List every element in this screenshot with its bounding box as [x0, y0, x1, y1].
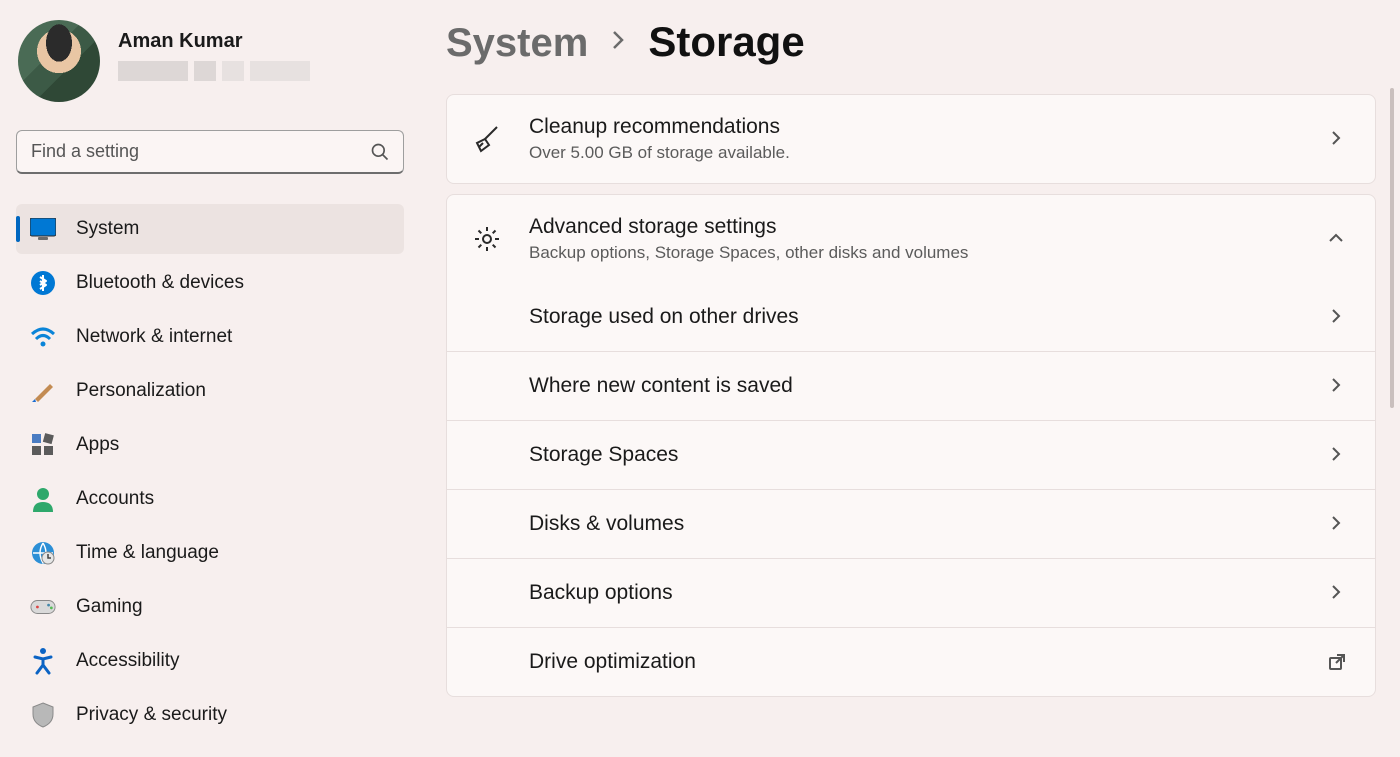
display-icon [30, 216, 56, 242]
bluetooth-icon [30, 270, 56, 296]
sidebar-item-apps[interactable]: Apps [16, 420, 404, 470]
subrow-where-saved[interactable]: Where new content is saved [447, 351, 1375, 420]
chevron-right-icon [1327, 514, 1347, 534]
sidebar: Aman Kumar System Bluetooth & devices [0, 0, 420, 757]
person-icon [30, 486, 56, 512]
subrow-label: Backup options [529, 581, 673, 605]
wifi-icon [30, 324, 56, 350]
chevron-right-icon [1327, 583, 1347, 603]
advanced-sublist: Storage used on other drives Where new c… [447, 283, 1375, 696]
sidebar-item-privacy[interactable]: Privacy & security [16, 690, 404, 740]
sidebar-item-time[interactable]: Time & language [16, 528, 404, 578]
subrow-disks-volumes[interactable]: Disks & volumes [447, 489, 1375, 558]
search-icon [370, 142, 390, 162]
sidebar-item-system[interactable]: System [16, 204, 404, 254]
profile-block[interactable]: Aman Kumar [16, 20, 404, 102]
gear-icon [471, 223, 503, 255]
sidebar-item-personalization[interactable]: Personalization [16, 366, 404, 416]
chevron-right-icon [1327, 445, 1347, 465]
subrow-storage-spaces[interactable]: Storage Spaces [447, 420, 1375, 489]
profile-email-redacted [118, 61, 310, 81]
broom-icon [471, 123, 503, 155]
gamepad-icon [30, 594, 56, 620]
search-container [16, 130, 404, 174]
advanced-subtitle: Backup options, Storage Spaces, other di… [529, 243, 1301, 263]
sidebar-item-accounts[interactable]: Accounts [16, 474, 404, 524]
search-input[interactable] [16, 130, 404, 174]
subrow-drive-optimization[interactable]: Drive optimization [447, 627, 1375, 696]
card-advanced: Advanced storage settings Backup options… [446, 194, 1376, 697]
subrow-label: Where new content is saved [529, 374, 793, 398]
sidebar-item-label: Accessibility [76, 650, 179, 672]
sidebar-item-label: System [76, 218, 139, 240]
sidebar-item-label: Bluetooth & devices [76, 272, 244, 294]
sidebar-item-label: Apps [76, 434, 119, 456]
card-cleanup[interactable]: Cleanup recommendations Over 5.00 GB of … [446, 94, 1376, 184]
apps-icon [30, 432, 56, 458]
cleanup-title: Cleanup recommendations [529, 115, 1301, 139]
subrow-label: Storage used on other drives [529, 305, 799, 329]
accessibility-icon [30, 648, 56, 674]
sidebar-item-label: Privacy & security [76, 704, 227, 726]
sidebar-item-label: Personalization [76, 380, 206, 402]
sidebar-item-accessibility[interactable]: Accessibility [16, 636, 404, 686]
chevron-right-icon [610, 28, 626, 52]
breadcrumb: System Storage [446, 18, 1376, 66]
chevron-right-icon [1327, 376, 1347, 396]
sidebar-item-bluetooth[interactable]: Bluetooth & devices [16, 258, 404, 308]
sidebar-item-label: Accounts [76, 488, 154, 510]
chevron-right-icon [1327, 129, 1347, 149]
globe-clock-icon [30, 540, 56, 566]
subrow-label: Storage Spaces [529, 443, 678, 467]
avatar [18, 20, 100, 102]
subrow-backup-options[interactable]: Backup options [447, 558, 1375, 627]
advanced-title: Advanced storage settings [529, 215, 1301, 239]
sidebar-item-gaming[interactable]: Gaming [16, 582, 404, 632]
cleanup-subtitle: Over 5.00 GB of storage available. [529, 143, 1301, 163]
subrow-label: Disks & volumes [529, 512, 684, 536]
sidebar-item-label: Time & language [76, 542, 219, 564]
breadcrumb-current: Storage [648, 18, 804, 66]
sidebar-item-label: Network & internet [76, 326, 232, 348]
subrow-label: Drive optimization [529, 650, 696, 674]
advanced-header[interactable]: Advanced storage settings Backup options… [447, 195, 1375, 283]
chevron-right-icon [1327, 307, 1347, 327]
shield-icon [30, 702, 56, 728]
chevron-up-icon [1327, 229, 1347, 249]
sidebar-item-label: Gaming [76, 596, 143, 618]
scrollbar-thumb[interactable] [1390, 88, 1394, 408]
external-link-icon [1327, 652, 1347, 672]
main-content: System Storage Cleanup recommendations O… [420, 0, 1400, 757]
subrow-other-drives[interactable]: Storage used on other drives [447, 283, 1375, 351]
sidebar-item-network[interactable]: Network & internet [16, 312, 404, 362]
paintbrush-icon [30, 378, 56, 404]
nav-list: System Bluetooth & devices Network & int… [16, 204, 404, 740]
breadcrumb-parent[interactable]: System [446, 21, 588, 66]
profile-name: Aman Kumar [118, 30, 310, 53]
